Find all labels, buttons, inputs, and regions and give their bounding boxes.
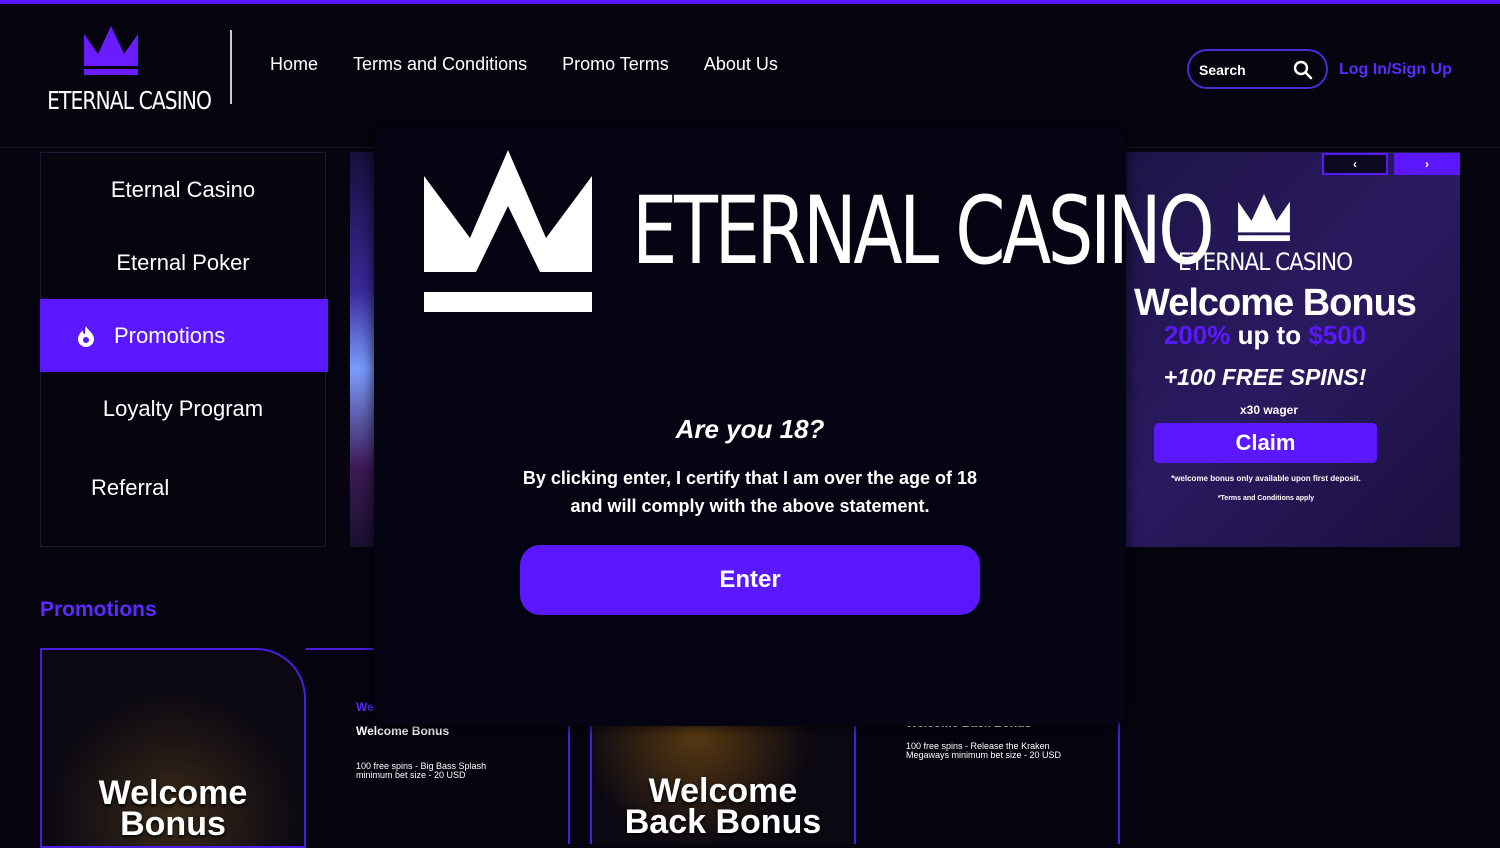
sidebar-item-loyalty-program[interactable]: Loyalty Program <box>41 372 325 445</box>
card-border-line <box>306 648 376 650</box>
age-verification-modal: ETERNAL CASINO Are you 18? By clicking e… <box>374 126 1215 726</box>
promotions-heading: Promotions <box>40 598 157 621</box>
sidebar-item-eternal-casino[interactable]: Eternal Casino <box>41 153 325 226</box>
sidebar-item-label: Referral Program <box>91 475 175 505</box>
crown-logo-icon <box>84 26 138 75</box>
modal-question: Are you 18? <box>675 414 825 444</box>
search-icon[interactable] <box>1293 60 1313 80</box>
sidebar-item-referral-program[interactable]: Referral Program <box>41 445 325 505</box>
main-nav: Home Terms and Conditions Promo Terms Ab… <box>270 54 778 75</box>
sidebar-item-label: Eternal Poker <box>116 249 250 275</box>
sidebar-item-promotions[interactable]: Promotions <box>40 299 328 372</box>
banner-spins: +100 FREE SPINS! <box>1163 364 1367 390</box>
crown-logo-icon <box>1238 194 1290 242</box>
brand-name: ETERNAL CASINO <box>47 86 212 115</box>
card-divider <box>1118 720 1120 844</box>
sidebar-item-eternal-poker[interactable]: Eternal Poker <box>41 226 325 299</box>
card-title: Welcome Back Bonus <box>624 772 822 841</box>
banner-headline: Welcome Bonus <box>1134 282 1417 324</box>
card-title: Welcome Bonus <box>98 774 248 843</box>
slider-prev-button[interactable]: ‹ <box>1322 153 1388 175</box>
card-divider <box>568 720 570 844</box>
flame-icon <box>78 325 94 347</box>
enter-button[interactable]: Enter <box>520 545 980 615</box>
login-signup-link[interactable]: Log In/Sign Up <box>1339 61 1452 79</box>
modal-statement: By clicking enter, I certify that I am o… <box>522 468 978 516</box>
slider-next-button[interactable]: › <box>1394 153 1460 175</box>
banner-wager: x30 wager <box>1239 403 1299 417</box>
info-heading: Welcome Bonus <box>356 724 450 738</box>
sidebar-item-label: Promotions <box>114 322 226 348</box>
banner-offer: 200% up to $500 <box>1163 320 1367 350</box>
sidebar: Eternal Casino Eternal Poker Promotions … <box>40 152 328 547</box>
sidebar-item-label: Loyalty Program <box>102 395 264 421</box>
nav-about[interactable]: About Us <box>704 54 778 75</box>
brand-logo[interactable]: ETERNAL CASINO <box>40 26 212 118</box>
header-divider <box>230 30 232 104</box>
welcome-back-bonus-card[interactable]: Welcome Back Bonus <box>592 720 854 844</box>
info-description: 100 free spins - Release the Kraken Mega… <box>906 741 1062 760</box>
welcome-bonus-card[interactable]: Welcome Bonus <box>40 648 306 848</box>
banner-note: *welcome bonus only available upon first… <box>1171 474 1361 483</box>
sidebar-item-label: Eternal Casino <box>110 176 256 202</box>
card-divider <box>854 720 856 844</box>
nav-promo-terms[interactable]: Promo Terms <box>562 54 669 75</box>
claim-button[interactable]: Claim <box>1154 423 1377 463</box>
search-box <box>1187 49 1328 89</box>
info-description: 100 free spins - Big Bass Splash minimum… <box>356 761 487 780</box>
nav-home[interactable]: Home <box>270 54 318 75</box>
banner-terms-note: *Terms and Conditions apply <box>1217 495 1315 502</box>
nav-terms[interactable]: Terms and Conditions <box>353 54 527 75</box>
crown-logo-icon <box>424 150 592 312</box>
search-input[interactable] <box>1199 59 1291 81</box>
modal-brand: ETERNAL CASINO <box>632 177 1215 286</box>
